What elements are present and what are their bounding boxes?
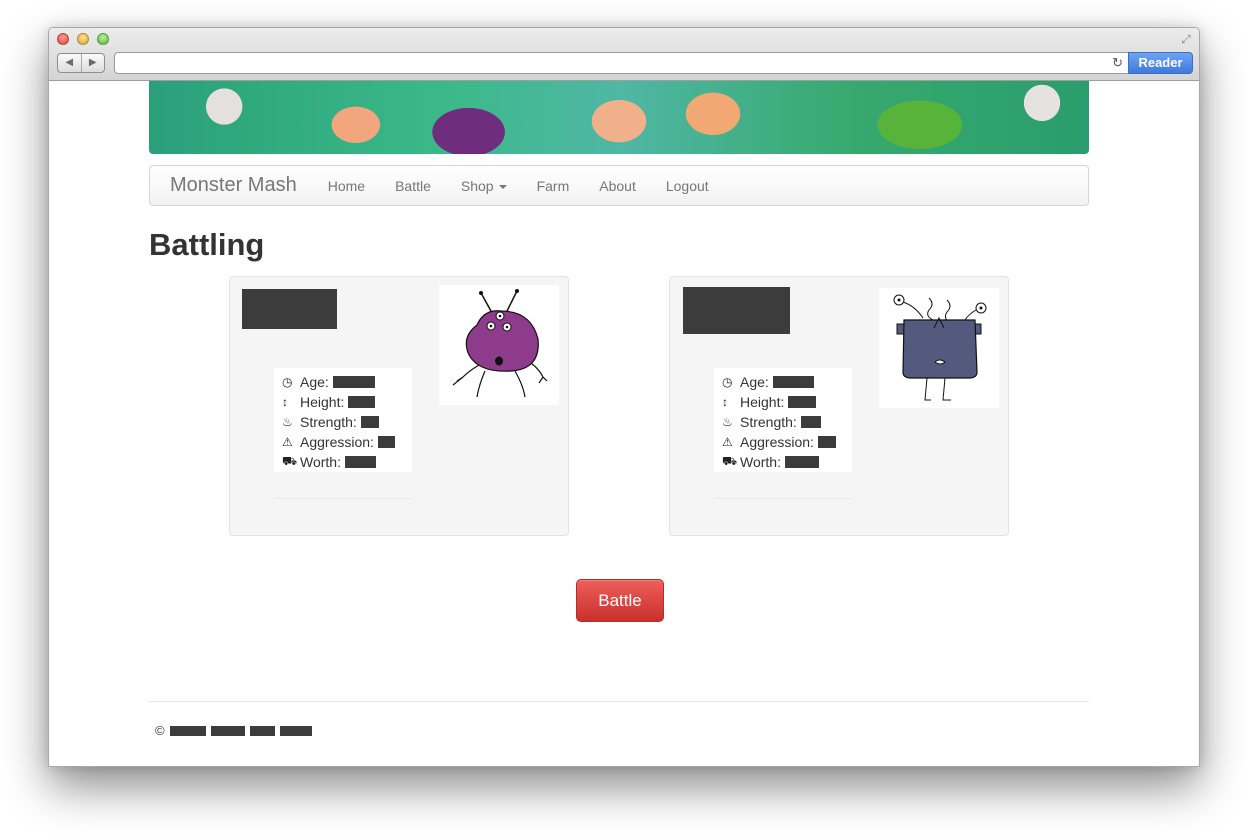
nav-battle[interactable]: Battle bbox=[380, 178, 446, 194]
stat-age: ◷ Age: bbox=[282, 372, 412, 392]
clock-icon: ◷ bbox=[282, 375, 293, 389]
reload-icon[interactable]: ↻ bbox=[1112, 55, 1123, 71]
stat-value-redacted bbox=[772, 376, 814, 388]
browser-window: ⤢ ◀ ▶ ↻ Reader Monster Mash Home Battle … bbox=[48, 27, 1200, 767]
stat-value-redacted bbox=[360, 416, 379, 428]
forward-arrow-icon[interactable]: ▶ bbox=[80, 54, 105, 72]
stat-strength: ♨ Strength: bbox=[722, 412, 852, 432]
fire-icon: ♨ bbox=[722, 415, 733, 429]
footer-text-redacted bbox=[279, 725, 312, 736]
stat-strength: ♨ Strength: bbox=[282, 412, 412, 432]
footer-divider bbox=[149, 701, 1089, 702]
caret-down-icon bbox=[498, 184, 507, 189]
reader-button[interactable]: Reader bbox=[1128, 52, 1193, 74]
zoom-window-icon[interactable] bbox=[97, 33, 109, 45]
monster-card-left: ◷ Age: ↕ Height: ♨ Strength: ⚠ Aggression: ⛟… bbox=[229, 276, 569, 536]
divider bbox=[274, 498, 412, 499]
nav-shop-dropdown[interactable]: Shop bbox=[446, 178, 522, 194]
nav-farm[interactable]: Farm bbox=[522, 178, 585, 194]
header-banner-image bbox=[149, 81, 1089, 154]
web-page: Monster Mash Home Battle Shop Farm About… bbox=[49, 81, 1199, 766]
history-buttons: ◀ ▶ bbox=[57, 53, 105, 73]
stat-aggression: ⚠ Aggression: bbox=[722, 432, 852, 452]
warning-icon: ⚠ bbox=[282, 435, 293, 449]
stat-worth: ⛟ Worth: bbox=[282, 452, 412, 472]
footer-text-redacted bbox=[169, 725, 206, 736]
stat-age: ◷ Age: bbox=[722, 372, 852, 392]
stat-value-redacted bbox=[348, 396, 376, 408]
minimize-window-icon[interactable] bbox=[77, 33, 89, 45]
purple-monster-drawing bbox=[452, 289, 548, 398]
footer: © bbox=[155, 723, 312, 738]
battle-button[interactable]: Battle bbox=[576, 579, 664, 622]
stat-value-redacted bbox=[788, 396, 817, 408]
stat-value-redacted bbox=[344, 456, 376, 468]
nav-shop-label: Shop bbox=[460, 177, 494, 194]
stat-height: ↕ Height: bbox=[282, 392, 412, 412]
divider bbox=[714, 498, 852, 499]
monster-stats: ◷ Age: ↕ Height: ♨ Strength: ⚠ Aggression: ⛟… bbox=[274, 368, 412, 472]
stat-value-redacted bbox=[800, 416, 821, 428]
pot-monster-drawing bbox=[893, 294, 987, 401]
nav-home[interactable]: Home bbox=[313, 178, 380, 194]
stat-value-redacted bbox=[332, 376, 375, 388]
monster-image bbox=[439, 285, 559, 405]
nav-about[interactable]: About bbox=[584, 178, 651, 194]
stat-aggression: ⚠ Aggression: bbox=[282, 432, 412, 452]
close-window-icon[interactable] bbox=[57, 33, 69, 45]
vertical-resize-icon: ↕ bbox=[282, 395, 288, 409]
site-navbar: Monster Mash Home Battle Shop Farm About… bbox=[149, 165, 1089, 206]
monster-stats: ◷ Age: ↕ Height: ♨ Strength: ⚠ Aggression: ⛟… bbox=[714, 368, 852, 472]
fullscreen-icon[interactable]: ⤢ bbox=[1179, 32, 1193, 46]
copyright-symbol: © bbox=[155, 723, 165, 738]
clock-icon: ◷ bbox=[722, 375, 733, 389]
fire-icon: ♨ bbox=[282, 415, 293, 429]
stat-height: ↕ Height: bbox=[722, 392, 852, 412]
shopping-cart-icon: ⛟ bbox=[282, 454, 298, 468]
warning-icon: ⚠ bbox=[722, 435, 733, 449]
page-title: Battling bbox=[149, 227, 265, 262]
monster-card-right: ◷ Age: ↕ Height: ♨ Strength: ⚠ Aggression: ⛟… bbox=[669, 276, 1009, 536]
stat-value-redacted bbox=[784, 456, 819, 468]
stat-value-redacted bbox=[817, 436, 836, 448]
brand-link[interactable]: Monster Mash bbox=[170, 174, 297, 197]
back-arrow-icon[interactable]: ◀ bbox=[58, 54, 81, 72]
vertical-resize-icon: ↕ bbox=[722, 395, 728, 409]
browser-titlebar: ⤢ ◀ ▶ ↻ Reader bbox=[49, 28, 1199, 81]
monster-name-redacted bbox=[683, 287, 790, 334]
stat-value-redacted bbox=[377, 436, 395, 448]
address-bar[interactable]: ↻ bbox=[114, 52, 1129, 74]
shopping-cart-icon: ⛟ bbox=[722, 454, 738, 468]
footer-text-redacted bbox=[249, 725, 275, 736]
stat-worth: ⛟ Worth: bbox=[722, 452, 852, 472]
monster-image bbox=[879, 288, 999, 408]
footer-text-redacted bbox=[210, 725, 245, 736]
monster-name-redacted bbox=[242, 289, 337, 329]
nav-logout[interactable]: Logout bbox=[651, 178, 724, 194]
